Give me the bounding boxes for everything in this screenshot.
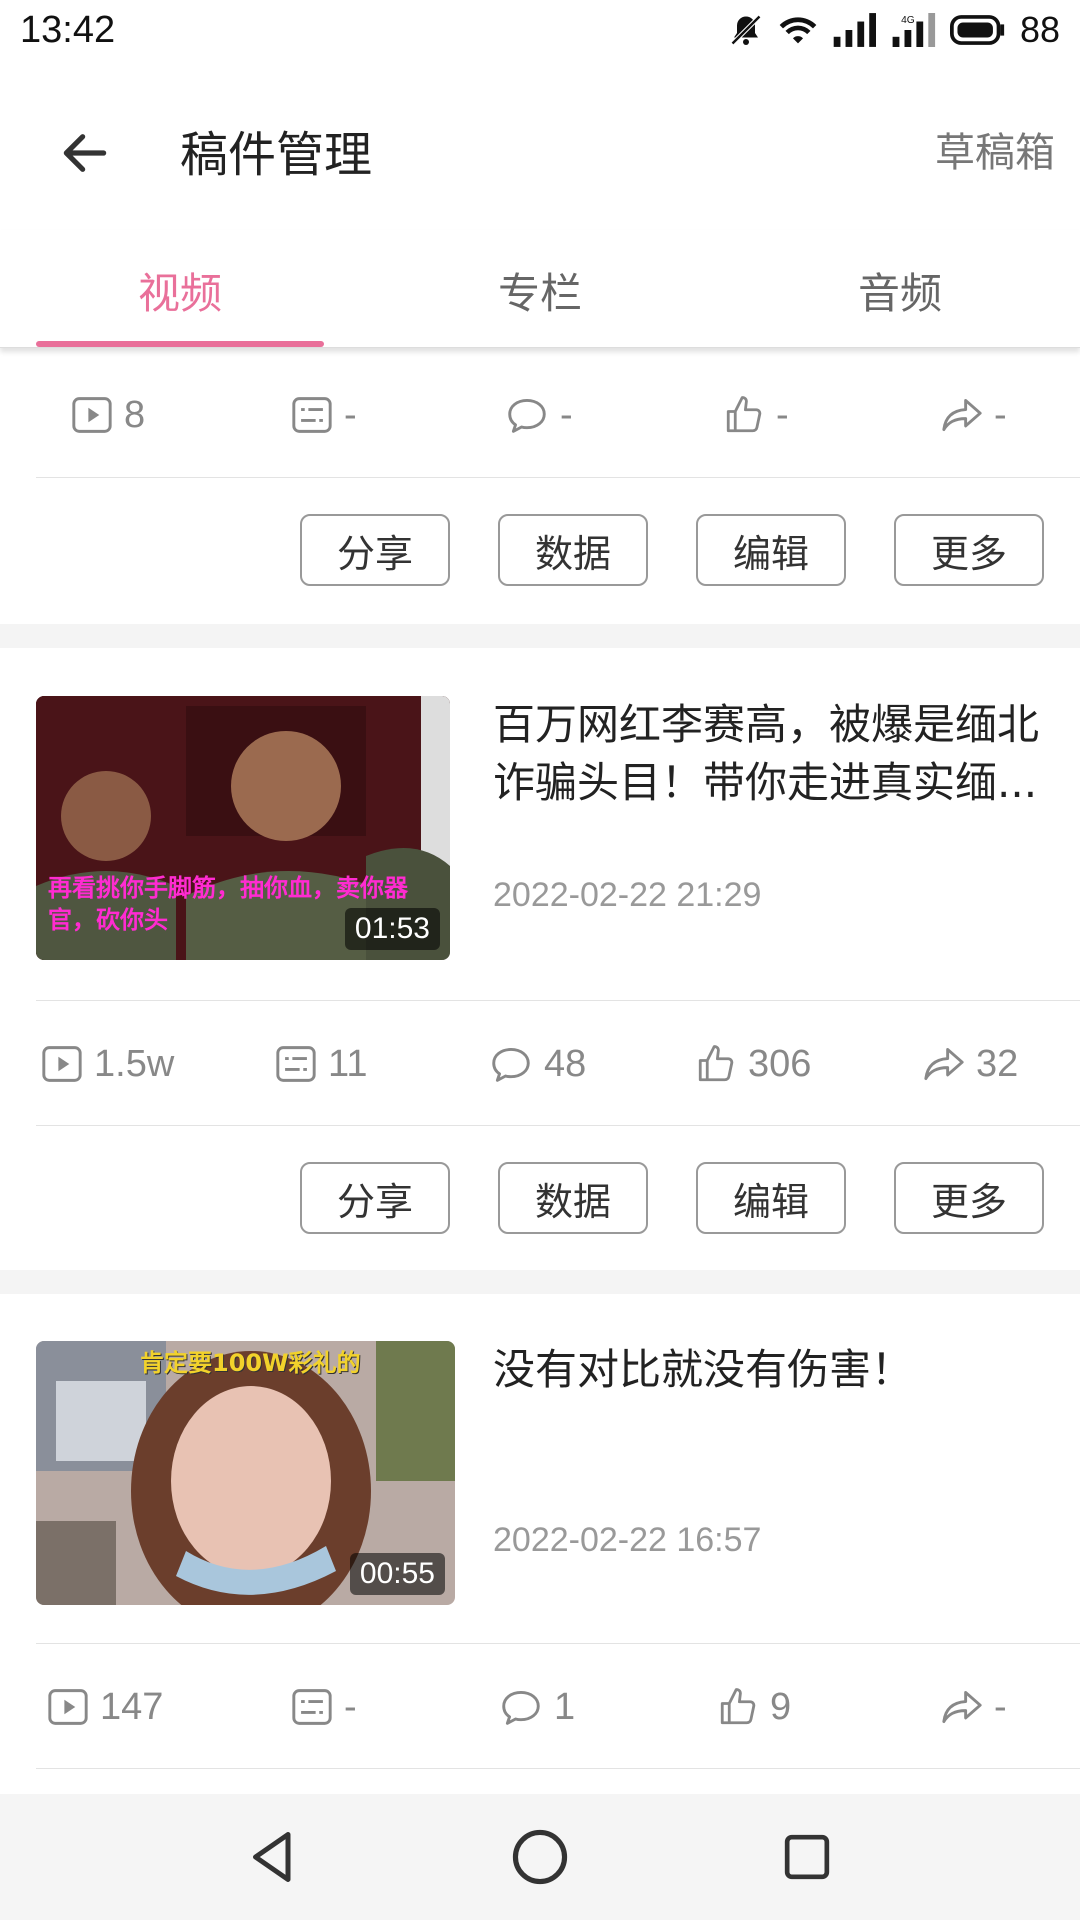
comment-icon bbox=[498, 1687, 544, 1727]
video-item[interactable]: 肯定要100W彩礼的 00:55 没有对比就没有伤害！ 2022-02-22 1… bbox=[0, 1293, 1080, 1645]
video-thumbnail[interactable]: 肯定要100W彩礼的 00:55 bbox=[36, 1341, 455, 1605]
stat-comments: 48 bbox=[488, 1001, 586, 1127]
video-title[interactable]: 百万网红李赛高，被爆是缅北诈骗头目！带你走进真实缅... bbox=[493, 696, 1053, 812]
tab-bar: 视频 专栏 音频 bbox=[0, 230, 1080, 348]
stats-row: 147 - 1 9 - bbox=[36, 1643, 1080, 1769]
stat-likes: 9 bbox=[716, 1644, 791, 1770]
video-date: 2022-02-22 16:57 bbox=[493, 1521, 762, 1559]
actions-row: 分享 数据 编辑 更多 bbox=[0, 1126, 1080, 1264]
stats-row: 8 - - - - bbox=[36, 352, 1080, 478]
video-duration: 01:53 bbox=[344, 908, 440, 950]
tab-indicator bbox=[36, 341, 324, 347]
share-icon bbox=[940, 395, 984, 435]
svg-text:4G: 4G bbox=[901, 15, 915, 26]
drafts-button[interactable]: 草稿箱 bbox=[935, 120, 1055, 178]
tab-column[interactable]: 专栏 bbox=[390, 260, 690, 321]
video-date: 2022-02-22 21:29 bbox=[493, 876, 762, 914]
status-bar: 13:42 4G 88 bbox=[0, 0, 1080, 60]
more-button[interactable]: 更多 bbox=[894, 514, 1044, 586]
share-icon bbox=[922, 1044, 966, 1084]
video-item[interactable]: 再看挑你手脚筋，抽你血，卖你器官，砍你头 01:53 百万网红李赛高，被爆是缅北… bbox=[0, 648, 1080, 1000]
section-divider bbox=[0, 1270, 1080, 1294]
back-button[interactable] bbox=[40, 110, 130, 200]
mute-icon bbox=[728, 12, 764, 48]
video-thumbnail[interactable]: 再看挑你手脚筋，抽你血，卖你器官，砍你头 01:53 bbox=[36, 696, 450, 960]
stat-danmaku: 11 bbox=[274, 1001, 367, 1127]
section-divider bbox=[0, 624, 1080, 648]
share-button[interactable]: 分享 bbox=[300, 514, 450, 586]
like-icon bbox=[716, 1686, 760, 1728]
system-nav-bar bbox=[0, 1794, 1080, 1920]
stat-shares: 32 bbox=[922, 1001, 1018, 1127]
play-icon bbox=[46, 1687, 90, 1727]
status-icons: 4G 88 bbox=[728, 9, 1060, 51]
play-icon bbox=[70, 395, 114, 435]
stat-likes: - bbox=[722, 352, 789, 478]
app-bar: 稿件管理 草稿箱 bbox=[0, 60, 1080, 230]
comment-icon bbox=[488, 1044, 534, 1084]
stat-danmaku: - bbox=[290, 352, 357, 478]
share-icon bbox=[940, 1687, 984, 1727]
like-icon bbox=[694, 1043, 738, 1085]
tab-audio[interactable]: 音频 bbox=[750, 260, 1050, 321]
status-time: 13:42 bbox=[20, 8, 116, 51]
more-button[interactable]: 更多 bbox=[894, 1162, 1044, 1234]
stat-plays: 8 bbox=[70, 352, 145, 478]
thumbnail-caption: 肯定要100W彩礼的 bbox=[140, 1349, 361, 1377]
stat-shares: - bbox=[940, 1644, 1007, 1770]
recents-nav-icon[interactable] bbox=[747, 1797, 867, 1917]
stat-plays: 1.5w bbox=[40, 1001, 174, 1127]
battery-icon bbox=[949, 15, 1006, 45]
stat-plays: 147 bbox=[46, 1644, 163, 1770]
stat-comments: 1 bbox=[498, 1644, 575, 1770]
like-icon bbox=[722, 394, 766, 436]
play-icon bbox=[40, 1044, 84, 1084]
edit-button[interactable]: 编辑 bbox=[696, 1162, 846, 1234]
page-title: 稿件管理 bbox=[180, 127, 373, 183]
stat-likes: 306 bbox=[694, 1001, 811, 1127]
home-nav-icon[interactable] bbox=[480, 1797, 600, 1917]
stats-row: 1.5w 11 48 306 32 bbox=[36, 1000, 1080, 1126]
stat-comments: - bbox=[504, 352, 573, 478]
danmaku-icon bbox=[290, 1687, 334, 1727]
actions-row: 分享 数据 编辑 更多 bbox=[0, 478, 1080, 616]
arrow-left-icon bbox=[57, 125, 113, 185]
stat-shares: - bbox=[940, 352, 1007, 478]
data-button[interactable]: 数据 bbox=[498, 514, 648, 586]
data-button[interactable]: 数据 bbox=[498, 1162, 648, 1234]
comment-icon bbox=[504, 395, 550, 435]
back-nav-icon[interactable] bbox=[213, 1797, 333, 1917]
video-title[interactable]: 没有对比就没有伤害！ bbox=[493, 1341, 1053, 1399]
wifi-icon bbox=[778, 13, 818, 47]
video-duration: 00:55 bbox=[349, 1553, 445, 1595]
signal-icon bbox=[832, 13, 876, 47]
tab-video[interactable]: 视频 bbox=[30, 260, 330, 321]
share-button[interactable]: 分享 bbox=[300, 1162, 450, 1234]
signal-4g-icon: 4G bbox=[890, 13, 936, 47]
stat-danmaku: - bbox=[290, 1644, 357, 1770]
battery-level: 88 bbox=[1019, 9, 1060, 50]
danmaku-icon bbox=[290, 395, 334, 435]
edit-button[interactable]: 编辑 bbox=[696, 514, 846, 586]
danmaku-icon bbox=[274, 1044, 318, 1084]
